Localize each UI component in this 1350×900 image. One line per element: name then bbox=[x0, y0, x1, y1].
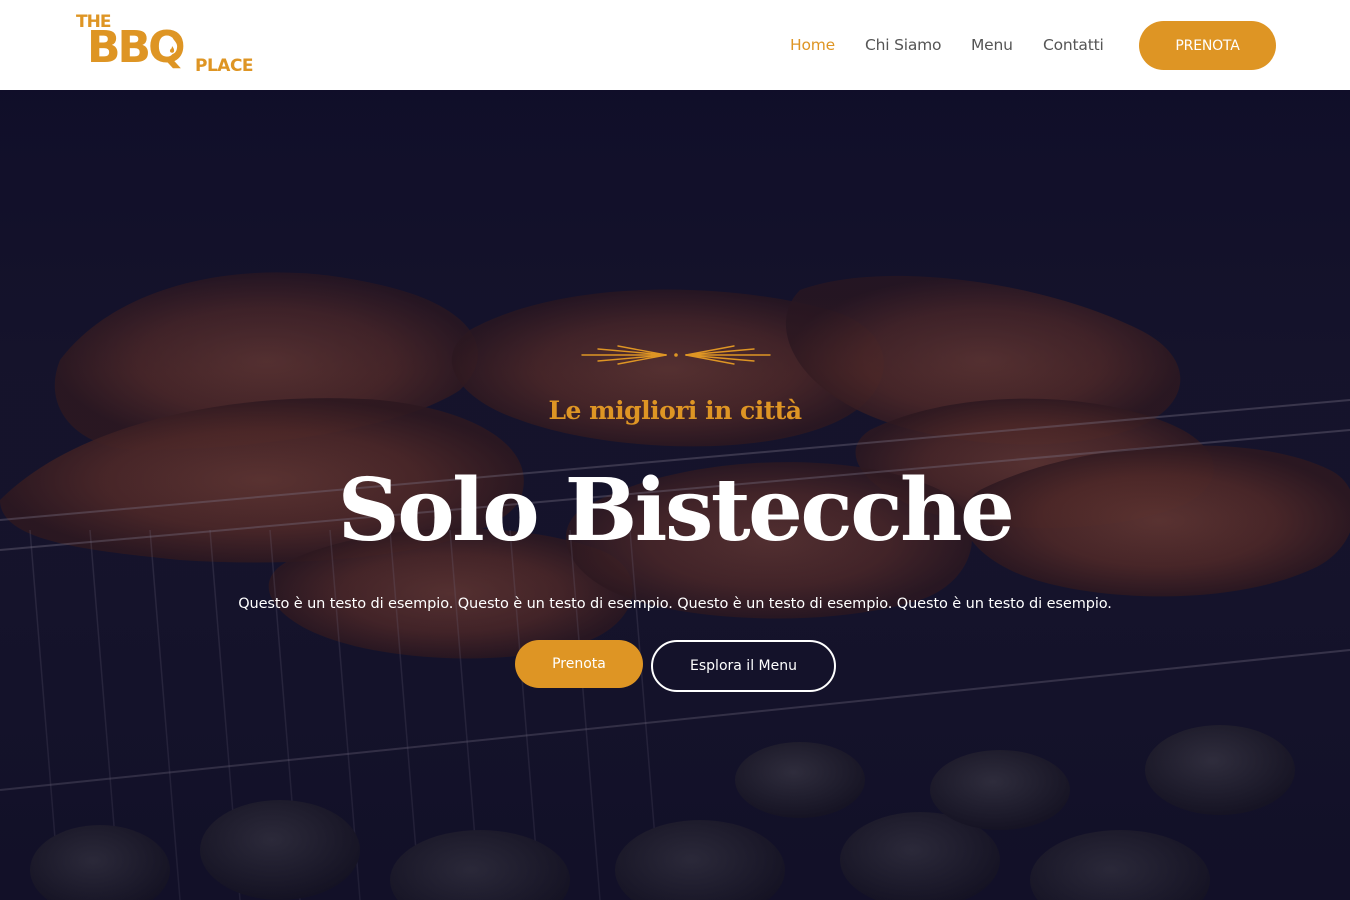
hero-subtext: Questo è un testo di esempio. Questo è u… bbox=[238, 596, 1112, 612]
wheat-ornament-icon bbox=[581, 345, 771, 365]
nav-item-chi-siamo[interactable]: Chi Siamo bbox=[865, 36, 942, 54]
prenota-button[interactable]: Prenota bbox=[515, 640, 643, 688]
hero-headline: Solo Bistecche bbox=[337, 460, 1015, 561]
nav-item-contatti[interactable]: Contatti bbox=[1043, 36, 1104, 54]
nav-item-menu[interactable]: Menu bbox=[971, 36, 1013, 54]
flame-icon bbox=[167, 37, 178, 54]
prenota-header-button[interactable]: PRENOTA bbox=[1139, 21, 1276, 70]
site-header: THE BBQ PLACE Home Chi Siamo Menu Contat… bbox=[0, 0, 1350, 90]
explore-menu-button[interactable]: Esplora il Menu bbox=[651, 640, 836, 692]
logo-place-text: PLACE bbox=[195, 56, 254, 76]
hero-section: Le migliori in città Solo Bistecche Ques… bbox=[0, 90, 1350, 900]
hero-tagline: Le migliori in città bbox=[548, 396, 802, 425]
bbq-place-logo[interactable]: THE BBQ PLACE bbox=[76, 12, 258, 76]
nav-item-home[interactable]: Home bbox=[790, 36, 835, 54]
